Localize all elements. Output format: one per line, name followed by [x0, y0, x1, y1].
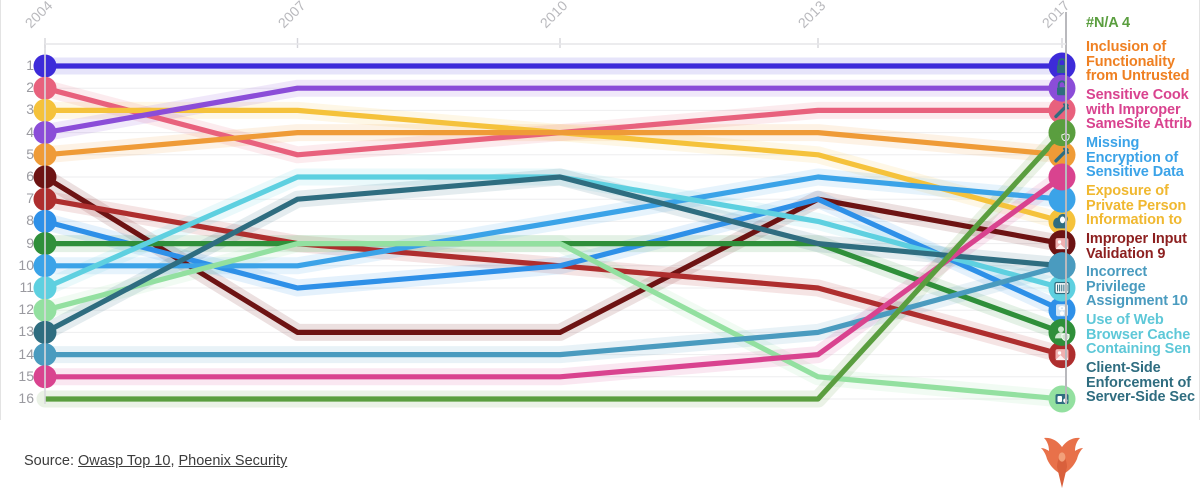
- series-label-line: Functionality: [1086, 53, 1175, 70]
- y-tick-label-7: 7: [26, 190, 34, 207]
- end-marker[interactable]: [1048, 385, 1076, 413]
- series-label-line: SameSite Attrib: [1086, 116, 1192, 133]
- series-label-line: Use of Web: [1086, 312, 1164, 328]
- chart-svg: [33, 12, 1076, 413]
- y-tick-label-14: 14: [18, 345, 34, 362]
- source-line: Source: Owasp Top 10, Phoenix Security: [24, 453, 287, 469]
- end-marker[interactable]: [1048, 163, 1076, 191]
- series-label-line: Improper Input: [1086, 231, 1187, 247]
- series-label-line: Information to: [1086, 212, 1183, 229]
- series-label-6: Incorrect Privilege Assignment 10: [1086, 265, 1188, 309]
- y-tick-label-15: 15: [18, 367, 34, 384]
- series-label-8: Client-Side Enforcement of Server-Side Sec: [1086, 361, 1195, 405]
- source-separator: ,: [170, 453, 179, 469]
- series-label-line: Sensitive Cook: [1086, 87, 1189, 103]
- source-link-owasp[interactable]: Owasp Top 10: [78, 453, 170, 469]
- series-label-line: Enforcement of: [1086, 374, 1191, 391]
- y-tick-label-12: 12: [18, 301, 34, 318]
- y-tick-label-9: 9: [26, 234, 34, 251]
- series-halos: [36, 57, 1071, 408]
- series-label-line: Client-Side: [1086, 360, 1161, 376]
- y-tick-label-6: 6: [26, 168, 34, 184]
- series-label-4: Exposure of Private Person Information to: [1086, 184, 1186, 228]
- series-label-line: with Improper: [1086, 101, 1181, 118]
- y-tick-label-1: 1: [26, 57, 34, 73]
- series-label-line: Private Person: [1086, 197, 1187, 214]
- series-label-line: Containing Sen: [1086, 341, 1191, 358]
- series-label-line: #N/A 4: [1086, 15, 1130, 31]
- chart-footer: Source: Owasp Top 10, Phoenix Security P…: [0, 420, 1200, 504]
- end-marker[interactable]: [1048, 252, 1076, 280]
- bump-chart-page: 2004 2007 2010 2013 2017 1 2 3 4 5 6 7 8 9 10 11 12 13 14…: [0, 0, 1200, 504]
- series-label-line: Exposure of: [1086, 183, 1169, 199]
- y-tick-label-11: 11: [19, 279, 34, 295]
- phoenix-bird-icon: [1041, 437, 1083, 488]
- series-label-line: Missing: [1086, 135, 1140, 151]
- series-label-line: Validation 9: [1086, 245, 1166, 262]
- y-tick-label-8: 8: [26, 212, 34, 229]
- series-label-line: Inclusion of: [1086, 39, 1167, 55]
- series-label-line: Incorrect: [1086, 264, 1148, 280]
- series-label-line: Sensitive Data: [1086, 164, 1184, 181]
- end-marker[interactable]: [1048, 318, 1076, 346]
- series-label-7: Use of Web Browser Cache Containing Sen: [1086, 313, 1191, 357]
- series-label-0: #N/A 4: [1086, 16, 1130, 31]
- end-marker[interactable]: [1048, 74, 1076, 102]
- y-tick-label-5: 5: [26, 145, 34, 162]
- series-label-5: Improper Input Validation 9: [1086, 232, 1187, 261]
- y-tick-label-4: 4: [26, 123, 34, 140]
- y-tick-label-16: 16: [18, 390, 34, 406]
- series-label-1: Inclusion of Functionality from Untrusted: [1086, 40, 1189, 84]
- x-tick-marks: [44, 38, 1063, 48]
- series-label-line: from Untrusted: [1086, 68, 1190, 85]
- series-label-line: Server-Side Sec: [1086, 389, 1195, 406]
- y-tick-label-10: 10: [18, 256, 34, 273]
- source-link-phoenix[interactable]: Phoenix Security: [179, 453, 288, 469]
- y-tick-label-3: 3: [26, 101, 34, 118]
- series-label-line: Assignment 10: [1086, 293, 1188, 310]
- source-prefix: Source:: [24, 453, 78, 469]
- y-tick-label-2: 2: [26, 79, 34, 96]
- phoenix-security-logo: PHOENIX SECURITY: [1040, 437, 1186, 489]
- series-label-line: Privilege: [1086, 278, 1146, 295]
- series-label-3: Missing Encryption of Sensitive Data: [1086, 136, 1184, 180]
- series-label-line: Browser Cache: [1086, 326, 1191, 343]
- chart-plot-area: 2004 2007 2010 2013 2017 1 2 3 4 5 6 7 8 9 10 11 12 13 14…: [0, 0, 1200, 420]
- y-tick-label-13: 13: [18, 323, 34, 340]
- series-label-2: Sensitive Cook with Improper SameSite Attr…: [1086, 88, 1192, 132]
- series-label-line: Encryption of: [1086, 149, 1179, 166]
- end-marker[interactable]: [1048, 119, 1076, 147]
